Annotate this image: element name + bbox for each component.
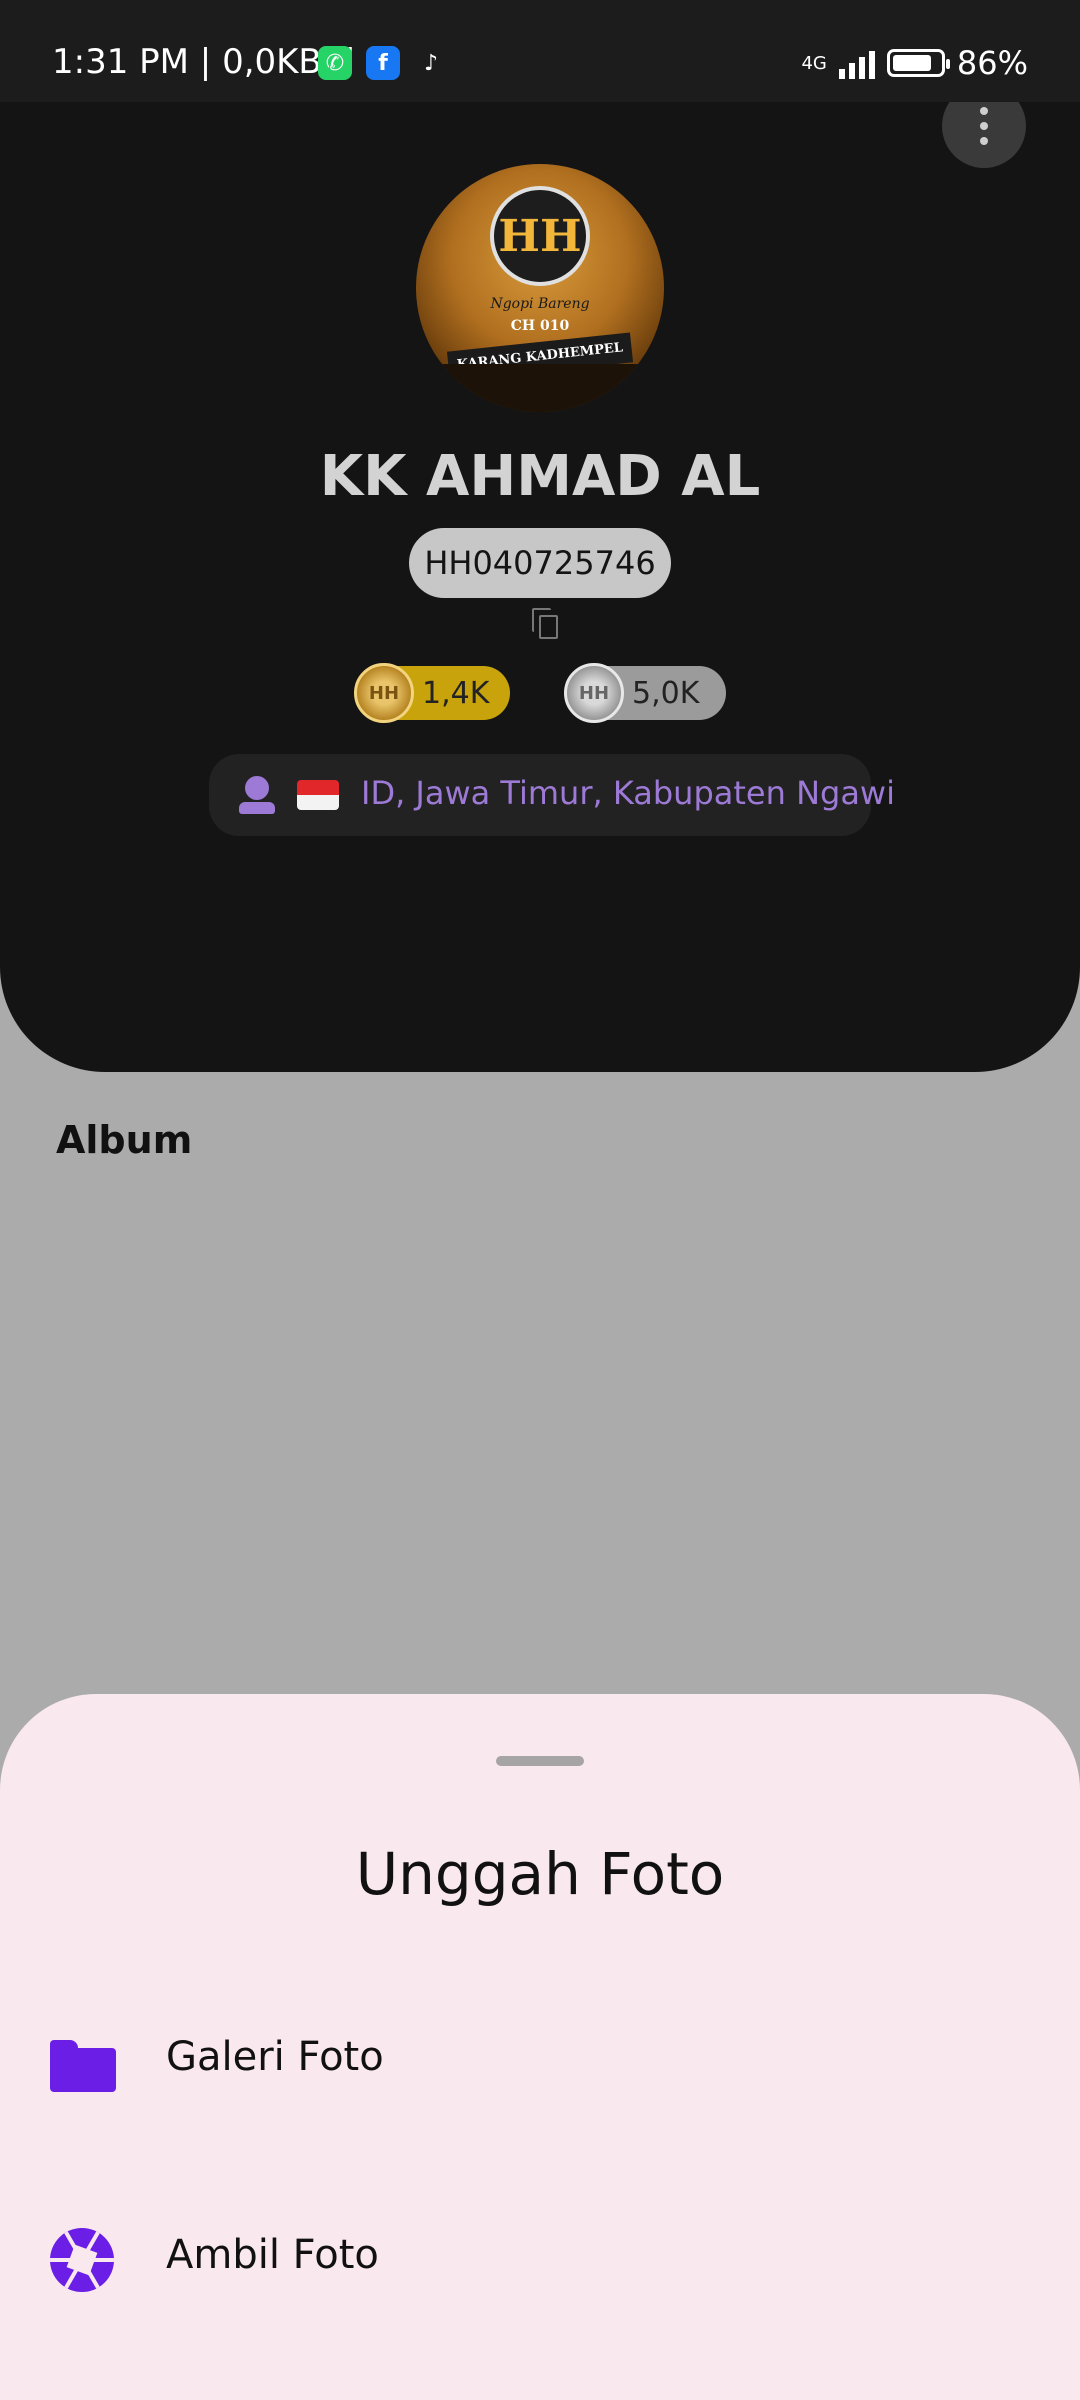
silver-coin-count: 5,0K	[632, 675, 700, 711]
upload-photo-sheet: Unggah Foto Galeri Foto Ambil Foto	[0, 1694, 1080, 2400]
drag-handle[interactable]	[496, 1756, 584, 1766]
logo-channel: CH 010	[510, 318, 570, 334]
logo-badge: HH	[490, 186, 590, 286]
location-pin-icon	[239, 776, 275, 816]
signal-icon	[838, 47, 875, 79]
tiktok-icon: ♪	[423, 50, 439, 76]
profile-header: HH Ngopi Bareng CH 010 KARANG KADHEMPEL …	[0, 84, 1080, 1072]
whatsapp-icon: ✆	[318, 46, 352, 80]
avatar[interactable]: HH Ngopi Bareng CH 010 KARANG KADHEMPEL	[416, 164, 664, 412]
location-text: ID, Jawa Timur, Kabupaten Ngawi	[361, 774, 895, 812]
album-title: Album	[56, 1118, 193, 1162]
folder-icon	[50, 2040, 116, 2092]
copy-icon[interactable]	[532, 608, 562, 642]
silver-coin-badge: HH 5,0K	[564, 663, 726, 723]
take-photo-option[interactable]: Ambil Foto	[0, 2198, 1080, 2318]
status-right: 4G 86%	[801, 44, 1028, 82]
more-vert-icon	[980, 107, 988, 115]
profile-name: KK AHMAD AL	[319, 444, 761, 509]
sheet-title: Unggah Foto	[355, 1840, 725, 1908]
status-time: 1:31 PM | 0,0KB/d	[52, 42, 355, 82]
logo-tagline: Ngopi Bareng	[490, 296, 590, 312]
network-type: 4G	[801, 52, 827, 74]
notification-icons: ✆ f ♪	[318, 46, 448, 80]
status-bar: 1:31 PM | 0,0KB/d ✆ f ♪ 4G 86%	[0, 0, 1080, 102]
gold-coin-count: 1,4K	[422, 675, 490, 711]
silver-coin-icon: HH	[564, 663, 624, 723]
gold-coin-badge: HH 1,4K	[354, 663, 510, 723]
location-badge: ID, Jawa Timur, Kabupaten Ngawi	[209, 754, 895, 836]
battery-percent: 86%	[956, 44, 1028, 82]
facebook-icon: f	[366, 46, 400, 80]
take-photo-option-label: Ambil Foto	[166, 2232, 379, 2278]
gallery-option-label: Galeri Foto	[166, 2034, 384, 2080]
user-id-badge: HH040725746	[409, 528, 671, 598]
battery-icon	[886, 49, 950, 77]
gallery-option[interactable]: Galeri Foto	[0, 2000, 1080, 2120]
indonesia-flag-icon	[297, 780, 339, 810]
gold-coin-icon: HH	[354, 663, 414, 723]
camera-icon	[50, 2228, 114, 2292]
